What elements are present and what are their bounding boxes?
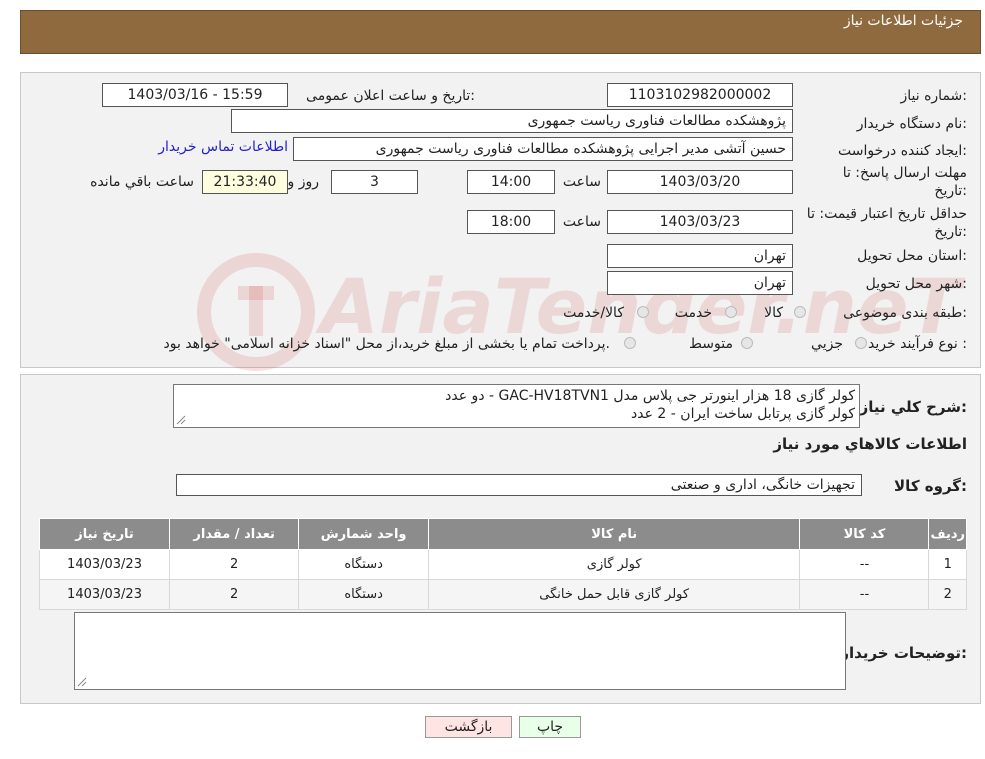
cell-goods-code: --	[799, 579, 930, 610]
cell-row-number: 1	[928, 549, 967, 580]
cell-unit: دستگاه	[298, 549, 429, 580]
deadline-label: مهلت ارسال پاسخ: تا	[842, 165, 967, 181]
announce-label: تاریخ و ساعت اعلان عمومی:	[306, 88, 475, 104]
need-number-label: شماره نیاز:	[900, 88, 967, 104]
process-radio-medium[interactable]	[741, 337, 753, 349]
table-row: 1 -- کولر گازی دستگاه 2 1403/03/23	[38, 549, 967, 580]
summary-label: شرح کلي نياز:	[859, 398, 967, 416]
process-radio-minor[interactable]	[855, 337, 867, 349]
category-radio-service[interactable]	[725, 306, 737, 318]
summary-line-2: کولر گازی پرتابل ساخت ایران - 2 عدد	[631, 406, 855, 422]
deadline-label-date: تاریخ:	[934, 183, 967, 199]
category-option-goods: کالا	[764, 305, 783, 321]
deadline-time-field: 14:00	[467, 170, 555, 194]
table-row: 2 -- کولر گازی قابل حمل خانگی دستگاه 2 1…	[38, 579, 967, 610]
col-header-unit: واحد شمارش	[298, 518, 429, 550]
deadline-time-label: ساعت	[562, 174, 601, 190]
category-radio-goods[interactable]	[794, 306, 806, 318]
goods-group-label: گروه کالا:	[894, 477, 967, 495]
announce-field: 1403/03/16 - 15:59	[102, 83, 288, 107]
col-header-need-date: تاریخ نیاز	[38, 518, 171, 550]
process-option-medium: متوسط	[689, 336, 733, 352]
time-remaining-field: 21:33:40	[202, 170, 288, 194]
creator-label: ایجاد کننده درخواست:	[838, 143, 967, 159]
days-label: روز و	[287, 174, 320, 190]
col-header-goods-code: کد کالا	[799, 518, 930, 550]
cell-quantity: 2	[169, 549, 300, 580]
print-button[interactable]: چاپ	[519, 716, 581, 738]
validity-time-label: ساعت	[562, 214, 601, 230]
buyer-notes-label: توضیحات خریدار:	[840, 644, 967, 662]
city-label: شهر محل تحویل:	[865, 276, 967, 292]
buyer-label: نام دستگاه خریدار:	[856, 116, 967, 132]
buyer-notes-textarea[interactable]	[74, 612, 846, 690]
category-option-service: خدمت	[674, 305, 712, 321]
process-option-minor: جزیي	[811, 336, 843, 352]
cell-need-date: 1403/03/23	[38, 579, 171, 610]
back-button[interactable]: بازگشت	[425, 716, 512, 738]
cell-need-date: 1403/03/23	[38, 549, 171, 580]
cell-goods-code: --	[799, 549, 930, 580]
col-header-row-number: رديف	[928, 518, 967, 550]
page-title: جزئیات اطلاعات نیاز	[843, 13, 963, 29]
page-header	[20, 10, 981, 54]
validity-time-field: 18:00	[467, 210, 555, 234]
summary-textarea[interactable]: کولر گازی 18 هزار اینورتر جی پلاس مدل GA…	[173, 384, 860, 428]
buyer-contact-link[interactable]: اطلاعات تماس خریدار	[158, 139, 288, 155]
province-field: تهران	[607, 244, 793, 268]
col-header-quantity: تعداد / مقدار	[169, 518, 300, 550]
col-header-goods-name: نام کالا	[427, 518, 801, 550]
process-label: نوع فرآیند خرید :	[868, 336, 967, 352]
province-label: استان محل تحویل:	[857, 248, 967, 264]
days-remaining-field: 3	[331, 170, 418, 194]
need-number-field: 1103102982000002	[607, 83, 793, 107]
watermark-logo	[196, 252, 316, 372]
cell-goods-name: کولر گازی قابل حمل خانگی	[427, 579, 801, 610]
cell-quantity: 2	[169, 579, 300, 610]
goods-table-wrapper: رديف کد کالا نام کالا واحد شمارش تعداد /…	[38, 518, 967, 610]
cell-goods-name: کولر گازی	[427, 549, 801, 580]
category-label: طبقه بندی موضوعی:	[843, 305, 967, 321]
summary-line-1: کولر گازی 18 هزار اینورتر جی پلاس مدل GA…	[445, 388, 855, 404]
category-option-goods-service: کالا/خدمت	[563, 305, 624, 321]
process-radio-treasury[interactable]	[624, 337, 636, 349]
cell-row-number: 2	[928, 579, 967, 610]
resize-grip-icon[interactable]	[77, 677, 87, 687]
validity-label: حداقل تاریخ اعتبار قیمت: تا	[806, 206, 967, 222]
buyer-field: پژوهشکده مطالعات فناوری ریاست جمهوری	[231, 109, 793, 133]
resize-grip-icon[interactable]	[176, 415, 186, 425]
validity-label-date: تاریخ:	[934, 224, 967, 240]
deadline-date-field: 1403/03/20	[607, 170, 793, 194]
category-radio-goods-service[interactable]	[637, 306, 649, 318]
creator-field: حسین آتشی مدیر اجرایی پژوهشکده مطالعات ف…	[293, 137, 793, 161]
validity-date-field: 1403/03/23	[607, 210, 793, 234]
process-note: پرداخت تمام یا بخشی از مبلغ خرید،از محل …	[163, 336, 610, 352]
cell-unit: دستگاه	[298, 579, 429, 610]
goods-table: رديف کد کالا نام کالا واحد شمارش تعداد /…	[38, 518, 967, 610]
city-field: تهران	[607, 271, 793, 295]
time-remaining-label: ساعت باقي مانده	[90, 174, 194, 190]
goods-group-field: تجهیزات خانگی، اداری و صنعتی	[176, 474, 862, 496]
goods-info-title: اطلاعات کالاهاي مورد نياز	[773, 435, 967, 453]
